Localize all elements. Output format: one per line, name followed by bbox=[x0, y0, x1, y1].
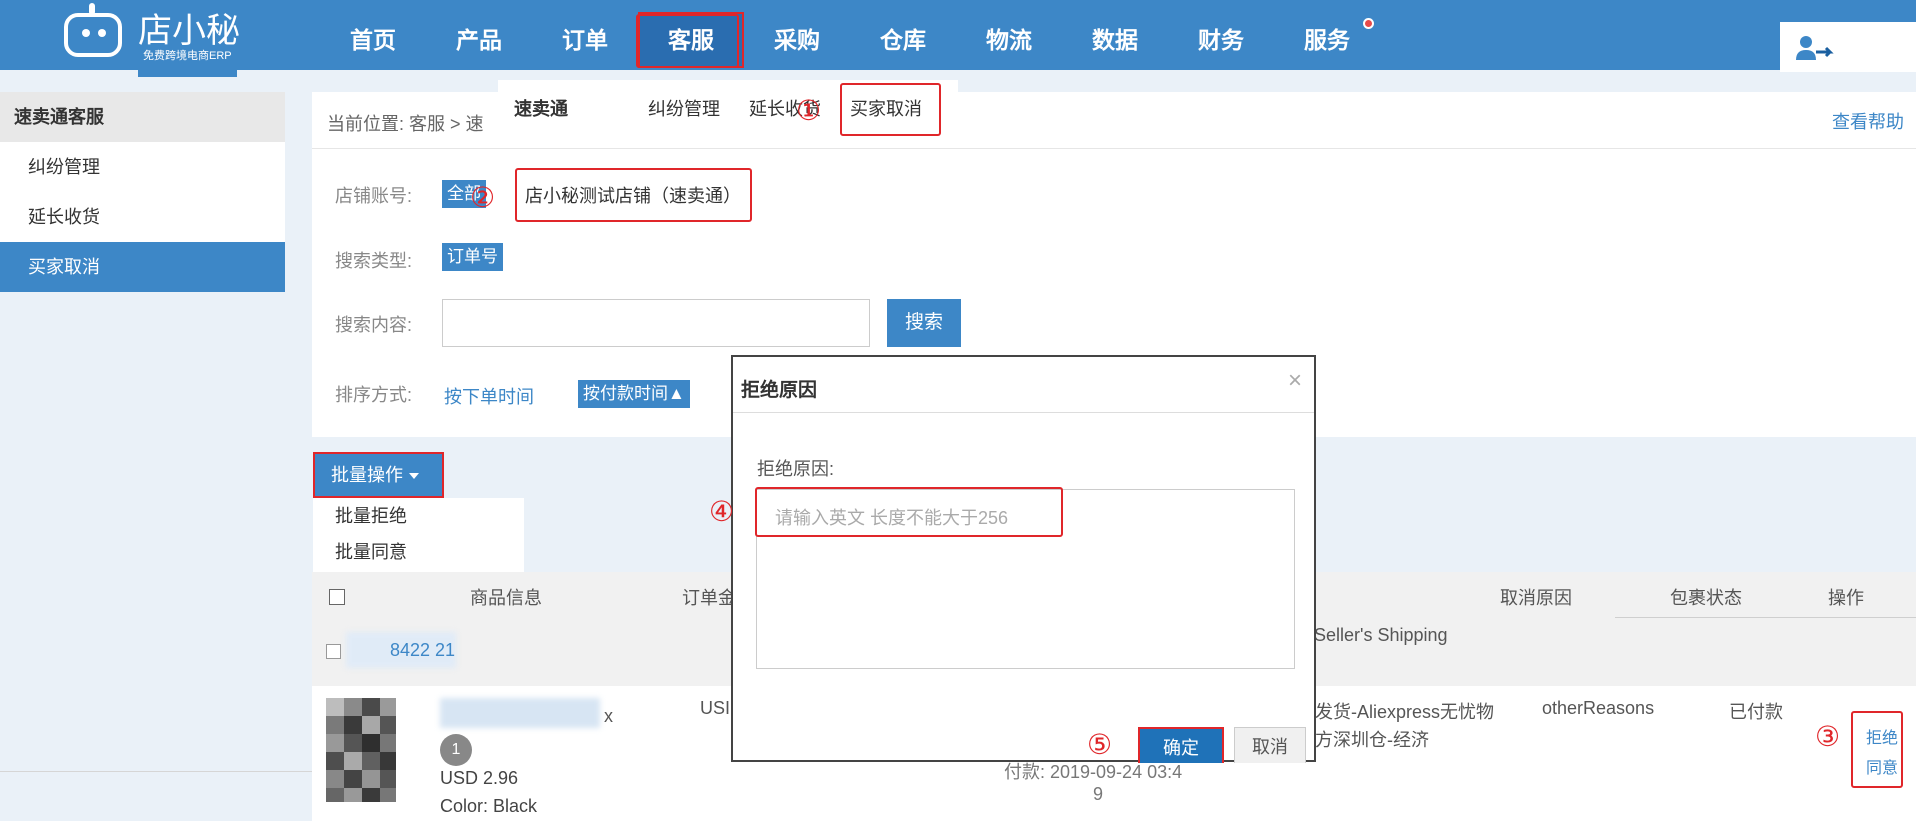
logo-tagline: 免费跨境电商ERP bbox=[138, 49, 237, 77]
step-5-marker: ⑤ bbox=[1087, 728, 1113, 761]
close-icon[interactable]: × bbox=[1288, 367, 1302, 395]
caret-down-icon bbox=[409, 473, 419, 480]
divider bbox=[0, 771, 312, 772]
product-thumbnail[interactable] bbox=[326, 698, 396, 802]
sidebar-header: 速卖通客服 bbox=[0, 92, 285, 142]
nav-data[interactable]: 数据 bbox=[1062, 12, 1168, 68]
quantity-multiplier: x bbox=[604, 706, 613, 726]
step-1-marker: ① bbox=[796, 94, 822, 127]
search-content-label: 搜索内容: bbox=[335, 315, 413, 335]
shop-account-label: 店铺账号: bbox=[335, 186, 413, 206]
submenu-item-disputes[interactable]: 纠纷管理 bbox=[648, 95, 720, 121]
seller-shipping-label: Seller's Shipping bbox=[1314, 625, 1448, 645]
nav-products[interactable]: 产品 bbox=[426, 12, 532, 68]
reject-reason-modal: 拒绝原因 × 拒绝原因: 请输入英文 长度不能大于256 确定 取消 bbox=[731, 355, 1316, 763]
logo-name: 店小秘 bbox=[138, 11, 240, 51]
highlight-reject-link bbox=[1851, 711, 1903, 788]
confirm-button[interactable]: 确定 bbox=[1138, 727, 1224, 763]
reject-reason-label: 拒绝原因: bbox=[757, 459, 835, 479]
col-cancel-reason: 取消原因 bbox=[1500, 588, 1572, 608]
main-nav: 首页 产品 订单 客服 采购 仓库 物流 数据 财务 服务 bbox=[320, 12, 1380, 68]
col-actions: 操作 bbox=[1828, 588, 1864, 608]
highlight-reason-input bbox=[755, 487, 1063, 537]
modal-title: 拒绝原因 bbox=[741, 380, 818, 401]
divider bbox=[312, 148, 1916, 149]
logo[interactable]: 店小秘 免费跨境电商ERP bbox=[60, 0, 240, 77]
order-checkbox[interactable] bbox=[326, 644, 341, 659]
step-4-marker: ④ bbox=[709, 495, 735, 528]
col-order-amount: 订单金 bbox=[682, 588, 736, 608]
sort-by-pay-time[interactable]: 按付款时间▲ bbox=[578, 380, 690, 408]
highlight-shop-name bbox=[515, 168, 752, 222]
user-icon bbox=[1796, 36, 1834, 60]
cancel-button[interactable]: 取消 bbox=[1234, 727, 1306, 763]
shipping-method-line1: 发货-Aliexpress无忧物 bbox=[1315, 702, 1495, 722]
divider bbox=[733, 412, 1314, 413]
search-button[interactable]: 搜索 bbox=[887, 299, 961, 347]
sort-label: 排序方式: bbox=[335, 385, 413, 405]
step-3-marker: ③ bbox=[1815, 720, 1841, 753]
sidebar-item-extend-receipt[interactable]: 延长收货 bbox=[0, 192, 285, 242]
order-currency: USI bbox=[700, 698, 731, 718]
robot-logo-icon bbox=[60, 3, 128, 59]
notification-dot bbox=[1363, 18, 1374, 29]
batch-reject-item[interactable]: 批量拒绝 bbox=[313, 498, 524, 534]
breadcrumb: 当前位置: 客服 > 速 bbox=[327, 114, 484, 134]
user-menu[interactable] bbox=[1780, 22, 1916, 72]
blurred-product-title bbox=[440, 698, 600, 728]
product-price: USD 2.96 bbox=[440, 768, 519, 788]
submenu-title: 速卖通 bbox=[514, 99, 568, 119]
col-package-status: 包裹状态 bbox=[1670, 588, 1742, 608]
search-input[interactable] bbox=[442, 299, 870, 347]
nav-home[interactable]: 首页 bbox=[320, 12, 426, 68]
nav-purchase[interactable]: 采购 bbox=[744, 12, 850, 68]
nav-orders[interactable]: 订单 bbox=[532, 12, 638, 68]
nav-warehouse[interactable]: 仓库 bbox=[850, 12, 956, 68]
sort-by-order-time[interactable]: 按下单时间 bbox=[444, 383, 534, 409]
nav-services-label: 服务 bbox=[1304, 27, 1350, 53]
highlight-nav-service bbox=[636, 14, 739, 68]
shipping-method-line2: 方深圳仓-经济 bbox=[1315, 730, 1429, 750]
order-number[interactable]: 8422 21 bbox=[390, 640, 455, 661]
top-navbar: 店小秘 免费跨境电商ERP 首页 产品 订单 客服 采购 仓库 物流 数据 财务… bbox=[0, 0, 1916, 77]
help-link[interactable]: 查看帮助 bbox=[1832, 108, 1904, 134]
cancel-reason-value: otherReasons bbox=[1542, 698, 1655, 718]
nav-logistics[interactable]: 物流 bbox=[956, 12, 1062, 68]
sidebar-item-disputes[interactable]: 纠纷管理 bbox=[0, 142, 285, 192]
search-type-tag[interactable]: 订单号 bbox=[442, 243, 503, 271]
step-2-marker: ② bbox=[470, 181, 496, 214]
sidebar-item-buyer-cancel[interactable]: 买家取消 bbox=[0, 242, 285, 292]
nav-finance[interactable]: 财务 bbox=[1168, 12, 1274, 68]
search-type-label: 搜索类型: bbox=[335, 251, 413, 271]
batch-operations-button[interactable]: 批量操作 bbox=[313, 452, 444, 498]
col-product-info: 商品信息 bbox=[470, 588, 542, 608]
highlight-buyer-cancel bbox=[840, 83, 941, 136]
select-all-checkbox[interactable] bbox=[329, 589, 345, 605]
product-color: Color: Black bbox=[440, 796, 538, 816]
nav-services[interactable]: 服务 bbox=[1274, 12, 1380, 68]
batch-operations-label: 批量操作 bbox=[331, 465, 403, 485]
sidebar: 速卖通客服 纠纷管理 延长收货 买家取消 bbox=[0, 92, 285, 292]
batch-agree-item[interactable]: 批量同意 bbox=[313, 534, 524, 570]
package-status-value: 已付款 bbox=[1729, 702, 1783, 722]
quantity-badge: 1 bbox=[440, 734, 472, 766]
paid-time-cont: 9 bbox=[1093, 784, 1104, 804]
batch-dropdown: 批量拒绝 批量同意 bbox=[313, 498, 524, 574]
